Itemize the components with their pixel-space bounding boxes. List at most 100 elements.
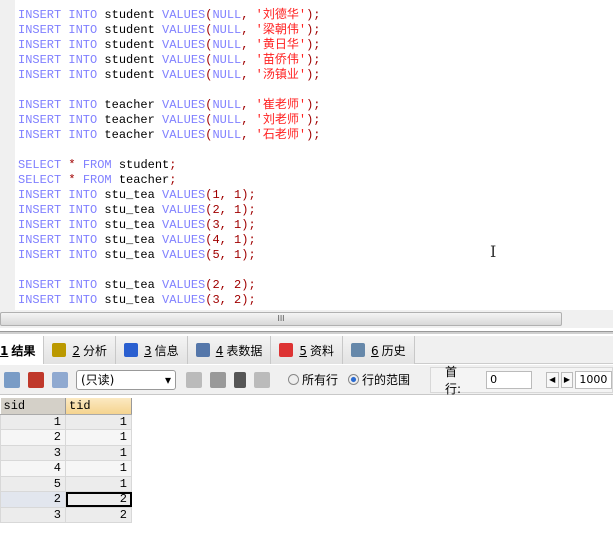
cell-sid[interactable]: 2 [0, 429, 66, 446]
table-row[interactable]: 21 [0, 429, 132, 446]
cell-sid[interactable]: 5 [0, 475, 66, 492]
import-icon[interactable] [52, 371, 68, 388]
code-token: VALUES [162, 68, 206, 82]
splitter[interactable] [0, 331, 613, 334]
code-line[interactable]: INSERT INTO teacher VALUES(NULL, '石老师'); [18, 128, 320, 143]
code-token: * [68, 173, 83, 187]
radio-row-range[interactable]: 行的范围 [348, 371, 410, 388]
cell-sid[interactable]: 4 [0, 460, 66, 477]
column-header-tid[interactable]: tid [65, 398, 132, 415]
code-line[interactable] [18, 263, 320, 278]
code-line[interactable]: SELECT * FROM teacher; [18, 173, 320, 188]
table-row[interactable]: 41 [0, 460, 132, 477]
code-line[interactable]: INSERT INTO stu_tea VALUES(3, 2); [18, 293, 320, 308]
tab-label: 分析 [83, 343, 108, 358]
code-token: VALUES [162, 8, 206, 22]
cell-sid[interactable]: 1 [0, 413, 66, 430]
mode-select[interactable]: (只读) ▾ [76, 369, 176, 390]
code-line[interactable]: INSERT INTO teacher VALUES(NULL, '刘老师'); [18, 113, 320, 128]
cancel-changes-icon[interactable] [254, 371, 270, 388]
code-line[interactable]: INSERT INTO stu_tea VALUES(2, 2); [18, 278, 320, 293]
tab-5[interactable]: 5 资料 [271, 336, 343, 364]
cell-tid[interactable]: 1 [65, 444, 132, 461]
cell-sid[interactable]: 3 [0, 506, 66, 523]
cell-sid[interactable]: 3 [0, 444, 66, 461]
code-token: VALUES [162, 278, 206, 292]
tab-2[interactable]: 2 分析 [44, 336, 117, 364]
code-token: , [241, 38, 256, 52]
code-token: '石老师' [255, 128, 307, 142]
code-token: (3, 1); [205, 218, 256, 232]
scrollbar-thumb[interactable]: III [0, 312, 562, 326]
code-token: student [104, 53, 163, 67]
code-line[interactable]: INSERT INTO stu_tea VALUES(5, 1); [18, 248, 320, 263]
chevron-down-icon: ▾ [164, 372, 171, 387]
text-cursor-icon: I [490, 242, 497, 261]
code-token: NULL [212, 98, 242, 112]
code-line[interactable]: INSERT INTO stu_tea VALUES(2, 1); [18, 203, 320, 218]
code-area[interactable]: INSERT INTO student VALUES(NULL, '刘德华');… [18, 8, 320, 308]
code-line[interactable]: INSERT INTO stu_tea VALUES(1, 1); [18, 188, 320, 203]
cell-tid[interactable]: 1 [65, 413, 132, 430]
table-row[interactable]: 31 [0, 444, 132, 461]
first-row-input[interactable]: 0 [486, 371, 532, 389]
code-line[interactable]: INSERT INTO student VALUES(NULL, '刘德华'); [18, 8, 320, 23]
code-line[interactable] [18, 83, 320, 98]
code-line[interactable] [18, 143, 320, 158]
code-line[interactable]: INSERT INTO student VALUES(NULL, '汤镇业'); [18, 68, 320, 83]
tab-label: 结果 [11, 343, 36, 358]
code-token: , [241, 8, 256, 22]
next-page-button[interactable]: ▶ [560, 372, 574, 388]
cell-tid[interactable]: 1 [65, 475, 132, 492]
code-line[interactable]: INSERT INTO stu_tea VALUES(4, 1); [18, 233, 320, 248]
info-icon [124, 343, 139, 357]
column-header-sid[interactable]: sid [0, 398, 66, 415]
table-row[interactable]: 22 [0, 491, 132, 508]
code-line[interactable]: INSERT INTO student VALUES(NULL, '苗侨伟'); [18, 53, 320, 68]
row-count-input[interactable]: 1000 [575, 371, 613, 389]
delete-icon[interactable] [234, 371, 246, 388]
cell-tid[interactable]: 2 [65, 506, 132, 523]
table-row[interactable]: 11 [0, 413, 132, 430]
add-row-icon[interactable] [186, 371, 202, 388]
sql-editor[interactable]: INSERT INTO student VALUES(NULL, '刘德华');… [0, 0, 613, 310]
code-token: , [241, 128, 256, 142]
table-data-icon [195, 343, 210, 357]
horizontal-scrollbar[interactable]: III [0, 310, 613, 328]
code-token: student [118, 158, 170, 172]
save-icon[interactable] [210, 371, 226, 388]
tab-1[interactable]: 1 结果 [0, 336, 45, 364]
tab-6[interactable]: 6 历史 [343, 336, 415, 364]
copy-table-icon[interactable] [28, 371, 44, 388]
code-token: '汤镇业' [255, 68, 307, 82]
code-line[interactable]: SELECT * FROM student; [18, 158, 320, 173]
code-token: stu_tea [104, 248, 163, 262]
code-line[interactable]: INSERT INTO student VALUES(NULL, '梁朝伟'); [18, 23, 320, 38]
code-token: teacher [104, 98, 163, 112]
cell-sid[interactable]: 2 [0, 491, 66, 508]
code-token: ); [306, 23, 321, 37]
prev-page-button[interactable]: ◀ [545, 372, 559, 388]
code-token: VALUES [162, 293, 206, 307]
code-token: VALUES [162, 203, 206, 217]
code-line[interactable]: INSERT INTO stu_tea VALUES(3, 1); [18, 218, 320, 233]
code-line[interactable]: INSERT INTO student VALUES(NULL, '黄日华'); [18, 38, 320, 53]
cell-tid[interactable]: 2 [65, 491, 132, 508]
first-row-label: 首行: [445, 365, 462, 396]
code-token: ); [306, 38, 321, 52]
code-token: INSERT INTO [18, 188, 105, 202]
cell-tid[interactable]: 1 [65, 460, 132, 477]
export-icon[interactable] [4, 371, 20, 388]
code-token: VALUES [162, 23, 206, 37]
tab-4[interactable]: 4 表数据 [187, 336, 272, 364]
tab-label: 表数据 [226, 343, 263, 358]
table-row[interactable]: 32 [0, 506, 132, 523]
code-token: NULL [212, 128, 242, 142]
cell-tid[interactable]: 1 [65, 429, 132, 446]
table-row[interactable]: 51 [0, 475, 132, 492]
radio-all-rows[interactable]: 所有行 [288, 371, 338, 388]
code-line[interactable]: INSERT INTO teacher VALUES(NULL, '崔老师'); [18, 98, 320, 113]
tab-3[interactable]: 3 信息 [116, 336, 188, 364]
code-token: SELECT [18, 158, 69, 172]
code-token: VALUES [162, 188, 206, 202]
